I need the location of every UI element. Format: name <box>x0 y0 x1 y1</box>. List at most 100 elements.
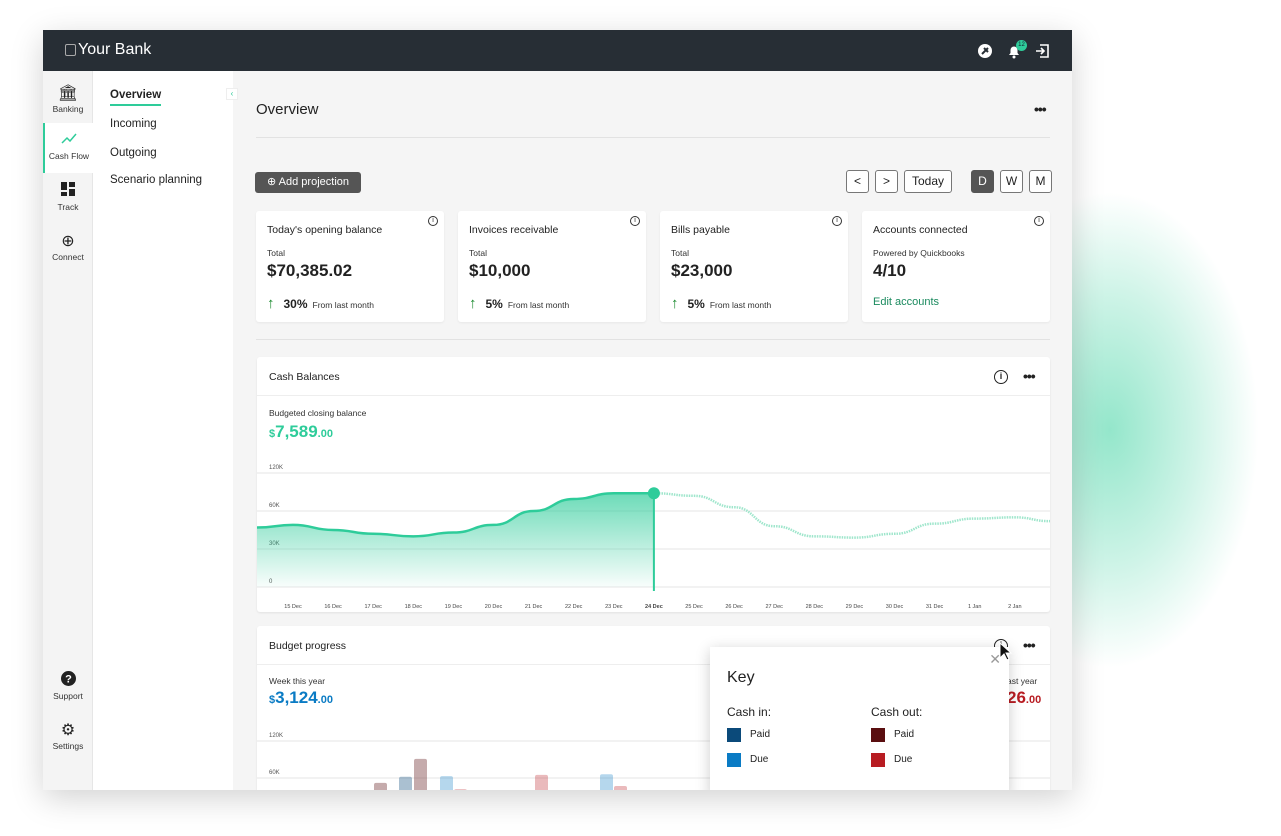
sub-navigation: Overview Incoming Outgoing Scenario plan… <box>93 71 233 790</box>
x-tick-label: 24 Dec <box>645 604 663 610</box>
info-icon[interactable]: i <box>1034 216 1044 226</box>
current-point[interactable] <box>647 487 660 500</box>
card-value: $10,000 <box>469 261 531 280</box>
card-subtitle: Powered by Quickbooks <box>873 248 965 258</box>
card-invoices-receivable: Invoices receivable i Total $10,000 ↑ 5% Fro… <box>458 211 646 322</box>
period-month-button[interactable]: M <box>1029 170 1052 193</box>
page-more-icon[interactable]: ••• <box>1034 101 1047 117</box>
period-day-button[interactable]: D <box>971 170 994 193</box>
app-title: Your Bank <box>78 41 152 58</box>
budget-amount: $3,124.00 <box>269 688 333 708</box>
trend-icon <box>45 131 93 151</box>
rail-item-banking[interactable]: 🏛︎ Banking <box>43 76 93 126</box>
rail-label: Connect <box>52 252 84 262</box>
edit-accounts-link[interactable]: Edit accounts <box>873 296 939 308</box>
rail-item-track[interactable]: Track <box>43 174 93 224</box>
subnav-scenario-planning[interactable]: Scenario planning <box>110 174 202 186</box>
card-subtitle: Total <box>267 248 285 258</box>
rail-item-settings[interactable]: ⚙ Settings <box>43 713 93 763</box>
card-title: Bills payable <box>671 224 730 236</box>
last-year-label: ast year <box>1007 676 1038 686</box>
card-change: ↑ 5% From last month <box>469 295 569 312</box>
swatch-in-due <box>727 753 741 767</box>
x-tick-label: 21 Dec <box>525 604 543 610</box>
notification-badge: 12 <box>1016 40 1027 51</box>
budget-bar[interactable] <box>600 774 613 790</box>
subnav-outgoing[interactable]: Outgoing <box>110 147 157 159</box>
arrow-up-icon: ↑ <box>469 295 477 312</box>
budget-bar[interactable] <box>374 782 387 790</box>
card-subtitle: Total <box>671 248 689 258</box>
logo[interactable]: Your Bank <box>65 41 151 59</box>
budget-label: Week this year <box>269 676 326 686</box>
budget-bar[interactable] <box>614 786 627 790</box>
key-title: Key <box>727 669 755 686</box>
budget-bar[interactable] <box>414 758 427 790</box>
budget-bar[interactable] <box>535 774 548 790</box>
x-tick-label: 19 Dec <box>445 604 463 610</box>
svg-text:?: ? <box>65 674 72 686</box>
rail-label: Settings <box>52 741 84 751</box>
card-value: $70,385.02 <box>267 261 353 280</box>
rail-item-connect[interactable]: ⊕ Connect <box>43 224 93 274</box>
info-icon[interactable]: i <box>428 216 438 226</box>
card-value: 4/10 <box>873 261 907 280</box>
info-icon[interactable]: i <box>832 216 842 226</box>
key-label: Due <box>750 754 769 765</box>
cash-balance-chart[interactable]: 030K60K120K15 Dec16 Dec17 Dec18 Dec19 De… <box>257 452 1050 612</box>
swatch-out-due <box>871 753 885 767</box>
budget-bar[interactable] <box>454 789 467 790</box>
top-bar: Your Bank 12 <box>43 30 1072 71</box>
card-value: $23,000 <box>671 261 733 280</box>
subnav-incoming[interactable]: Incoming <box>110 118 157 130</box>
rail-item-cash-flow[interactable]: Cash Flow <box>43 123 93 173</box>
x-tick-label: 26 Dec <box>725 604 743 610</box>
info-icon[interactable]: i <box>630 216 640 226</box>
rail-item-support[interactable]: ? Support <box>43 663 93 713</box>
subnav-overview[interactable]: Overview <box>110 89 162 106</box>
x-tick-label: 22 Dec <box>565 604 583 610</box>
info-icon[interactable]: i <box>994 370 1008 384</box>
x-tick-label: 18 Dec <box>405 604 423 610</box>
y-tick-label: 120K <box>269 465 283 471</box>
amount: 26 <box>1007 688 1026 707</box>
panel-title: Cash Balances <box>269 371 340 383</box>
y-tick-label: 60K <box>269 770 280 776</box>
change-value: 30% <box>283 297 308 311</box>
x-tick-label: 25 Dec <box>685 604 703 610</box>
card-change: ↑ 30% From last month <box>267 295 374 312</box>
cash-balances-panel: Cash Balances i ••• Budgeted closing bal… <box>257 357 1050 612</box>
next-button[interactable]: > <box>875 170 898 193</box>
logo-icon <box>65 44 76 56</box>
arrow-up-icon: ↑ <box>267 295 275 312</box>
swatch-out-paid <box>871 728 885 742</box>
plus-circle-icon: ⊕ <box>61 233 75 250</box>
budget-bar[interactable] <box>440 776 453 790</box>
today-button[interactable]: Today <box>904 170 952 193</box>
x-tick-label: 2 Jan <box>1008 604 1021 610</box>
balance-label: Budgeted closing balance <box>269 408 367 418</box>
plug-icon[interactable] <box>977 43 993 59</box>
key-label: Paid <box>894 729 915 740</box>
prev-button[interactable]: < <box>846 170 869 193</box>
cash-out-heading: Cash out: <box>871 705 923 719</box>
key-label: Paid <box>750 729 771 740</box>
projected-line <box>653 492 1050 539</box>
rail-label: Banking <box>52 104 84 114</box>
x-tick-label: 29 Dec <box>846 604 864 610</box>
more-icon[interactable]: ••• <box>1023 368 1036 384</box>
change-label: From last month <box>507 300 570 310</box>
area-fill <box>257 493 654 587</box>
cents: .00 <box>317 428 333 440</box>
x-tick-label: 16 Dec <box>324 604 342 610</box>
bank-icon: 🏛︎ <box>57 85 79 102</box>
last-year-amount: 26.00 <box>1007 688 1041 708</box>
more-icon[interactable]: ••• <box>1023 637 1036 653</box>
logout-icon[interactable] <box>1034 43 1050 59</box>
budget-bar[interactable] <box>399 776 412 790</box>
y-tick-label: 120K <box>269 733 283 739</box>
rail-label: Support <box>53 691 83 701</box>
add-projection-button[interactable]: ⊕ Add projection <box>255 172 361 193</box>
x-tick-label: 23 Dec <box>605 604 623 610</box>
period-week-button[interactable]: W <box>1000 170 1023 193</box>
